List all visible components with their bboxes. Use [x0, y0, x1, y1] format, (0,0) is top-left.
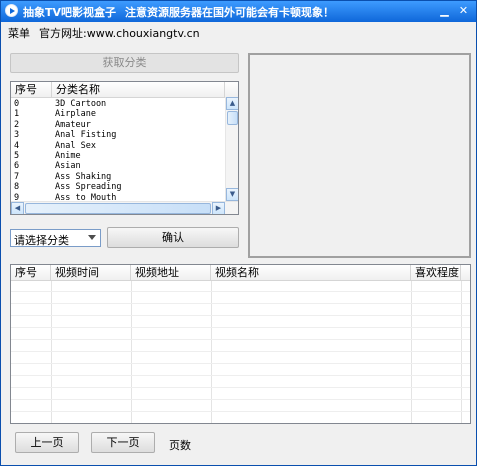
scroll-left-icon[interactable]: ◀ [11, 202, 24, 214]
grid-row-line [11, 339, 470, 340]
category-name[interactable]: 3D Cartoon [55, 99, 106, 109]
category-select[interactable]: 请选择分类 [10, 229, 101, 247]
category-index[interactable]: 3 [14, 130, 19, 140]
scroll-down-icon[interactable]: ▼ [226, 188, 238, 201]
category-index[interactable]: 4 [14, 141, 19, 151]
category-index[interactable]: 8 [14, 182, 19, 192]
category-list[interactable]: 序号 分类名称 0 3D Cartoon 1 Airplane 2 Amateur 3 Ana… [10, 81, 239, 215]
grid-row-line [11, 315, 470, 316]
grid-row-line [11, 351, 470, 352]
grid-row-line [11, 375, 470, 376]
grid-row-line [11, 327, 470, 328]
confirm-button[interactable]: 确认 [107, 227, 239, 248]
app-window: 抽象TV吧影视盒子 注意资源服务器在国外可能会有卡顿现象！ ▁ ✕ 菜单 官方网… [0, 0, 477, 466]
scroll-up-icon[interactable]: ▲ [226, 97, 238, 110]
page-count-label: 页数 [169, 439, 191, 452]
video-list[interactable]: 序号 视频时间 视频地址 视频名称 喜欢程度 [10, 264, 471, 424]
category-horizontal-scrollbar[interactable]: ◀ ▶ [11, 201, 238, 214]
scroll-thumb[interactable] [227, 111, 238, 125]
column-header-rating[interactable]: 喜欢程度 [411, 265, 461, 280]
column-header-index[interactable]: 序号 [11, 82, 52, 97]
category-vertical-scrollbar[interactable]: ▲ ▼ [225, 97, 238, 201]
column-header-video-time[interactable]: 视频时间 [51, 265, 131, 280]
scroll-right-icon[interactable]: ▶ [212, 202, 225, 214]
category-select-value: 请选择分类 [14, 234, 69, 247]
grid-row-line [11, 291, 470, 292]
category-name[interactable]: Anal Fisting [55, 130, 116, 140]
close-button[interactable]: ✕ [456, 4, 471, 18]
grid-row-line [11, 411, 470, 412]
minimize-icon: ▁ [440, 4, 449, 17]
close-icon: ✕ [458, 4, 469, 17]
grid-row-line [11, 303, 470, 304]
next-page-button[interactable]: 下一页 [91, 432, 155, 453]
chevron-down-icon [88, 235, 96, 240]
category-index[interactable]: 2 [14, 120, 19, 130]
prev-page-button[interactable]: 上一页 [15, 432, 79, 453]
title-bar: 抽象TV吧影视盒子 注意资源服务器在国外可能会有卡顿现象！ ▁ ✕ [1, 1, 476, 22]
column-header-video-url[interactable]: 视频地址 [131, 265, 211, 280]
category-name[interactable]: Anal Sex [55, 141, 96, 151]
category-index[interactable]: 6 [14, 161, 19, 171]
column-header-index[interactable]: 序号 [11, 265, 51, 280]
category-name[interactable]: Airplane [55, 109, 96, 119]
category-name[interactable]: Ass Shaking [55, 172, 111, 182]
category-name[interactable]: Amateur [55, 120, 91, 130]
category-index[interactable]: 5 [14, 151, 19, 161]
grid-row-line [11, 387, 470, 388]
video-list-header: 序号 视频时间 视频地址 视频名称 喜欢程度 [11, 265, 470, 281]
official-website[interactable]: 官方网址:www.chouxiangtv.cn [39, 25, 200, 41]
category-list-header: 序号 分类名称 [11, 82, 238, 98]
fetch-categories-button[interactable]: 获取分类 [10, 53, 239, 73]
scroll-thumb-horizontal[interactable] [25, 203, 211, 214]
menu-item-menu[interactable]: 菜单 [8, 25, 30, 41]
category-index[interactable]: 0 [14, 99, 19, 109]
category-name[interactable]: Asian [55, 161, 81, 171]
server-notice: 注意资源服务器在国外可能会有卡顿现象！ [125, 6, 334, 19]
minimize-button[interactable]: ▁ [437, 4, 452, 18]
video-preview-panel [248, 53, 471, 258]
play-icon [5, 4, 18, 17]
column-header-video-name[interactable]: 视频名称 [211, 265, 411, 280]
window-title: 抽象TV吧影视盒子 [23, 6, 117, 19]
category-index[interactable]: 7 [14, 172, 19, 182]
menu-bar: 菜单 官方网址:www.chouxiangtv.cn [1, 22, 476, 44]
grid-row-line [11, 399, 470, 400]
category-name[interactable]: Ass Spreading [55, 182, 122, 192]
grid-row-line [11, 363, 470, 364]
column-header-category-name[interactable]: 分类名称 [52, 82, 225, 97]
category-name[interactable]: Anime [55, 151, 81, 161]
category-index[interactable]: 1 [14, 109, 19, 119]
